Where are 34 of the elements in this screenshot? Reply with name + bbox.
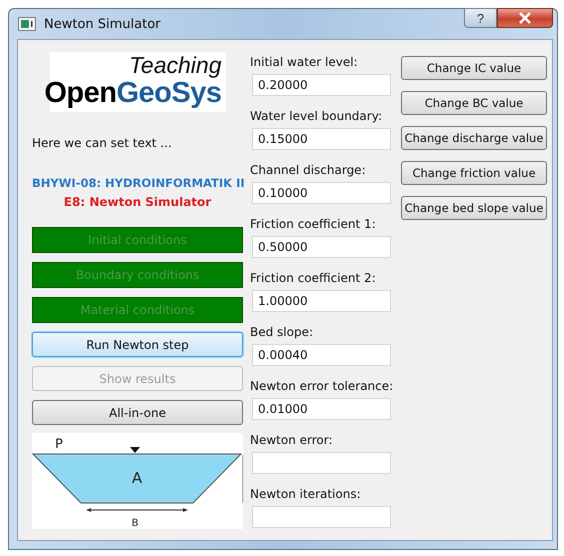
field-label: Channel discharge: [250, 162, 367, 179]
button[interactable]: All-in-one [32, 400, 243, 425]
field-label: Newton error: [250, 432, 334, 449]
input-field[interactable]: 0.20000 [252, 74, 391, 96]
field-label: Friction coefficient 1: [250, 216, 377, 233]
button[interactable]: Change IC value [401, 56, 547, 80]
window-app-icon [18, 17, 36, 31]
info-text: Here we can set text ... [32, 136, 173, 150]
input-field[interactable]: 0.50000 [252, 236, 391, 258]
field-label: Friction coefficient 2: [250, 270, 377, 287]
close-icon [518, 12, 532, 24]
field-label: Newton iterations: [250, 486, 362, 503]
course-title: E8: Newton Simulator [62, 195, 212, 209]
field-label: Newton error tolerance: [250, 378, 391, 395]
help-button[interactable]: ? [464, 8, 497, 28]
field-label: Initial water level: [250, 54, 359, 71]
button[interactable]: Change friction value [401, 161, 547, 185]
button[interactable]: Run Newton step [32, 332, 243, 357]
input-field[interactable]: 1.00000 [252, 290, 391, 312]
field-label: Water level boundary: [250, 108, 383, 125]
course-code: BHYWI-08: HYDROINFORMATIK II [32, 176, 243, 190]
input-field[interactable]: 0.15000 [252, 128, 391, 150]
button[interactable]: Change discharge value [401, 126, 547, 150]
button[interactable]: Change bed slope value [401, 196, 547, 220]
input-field[interactable]: 0.00040 [252, 344, 391, 366]
channel-cross-section-drawing: P A B [32, 433, 243, 529]
input-field[interactable]: 0.10000 [252, 182, 391, 204]
close-button[interactable] [497, 8, 553, 28]
input-field[interactable]: 0.01000 [252, 398, 391, 420]
button[interactable]: Change BC value [401, 91, 547, 115]
input-field[interactable] [252, 506, 391, 528]
window-title: Newton Simulator [44, 16, 161, 32]
field-label: Bed slope: [250, 324, 314, 341]
input-field[interactable] [252, 452, 391, 474]
